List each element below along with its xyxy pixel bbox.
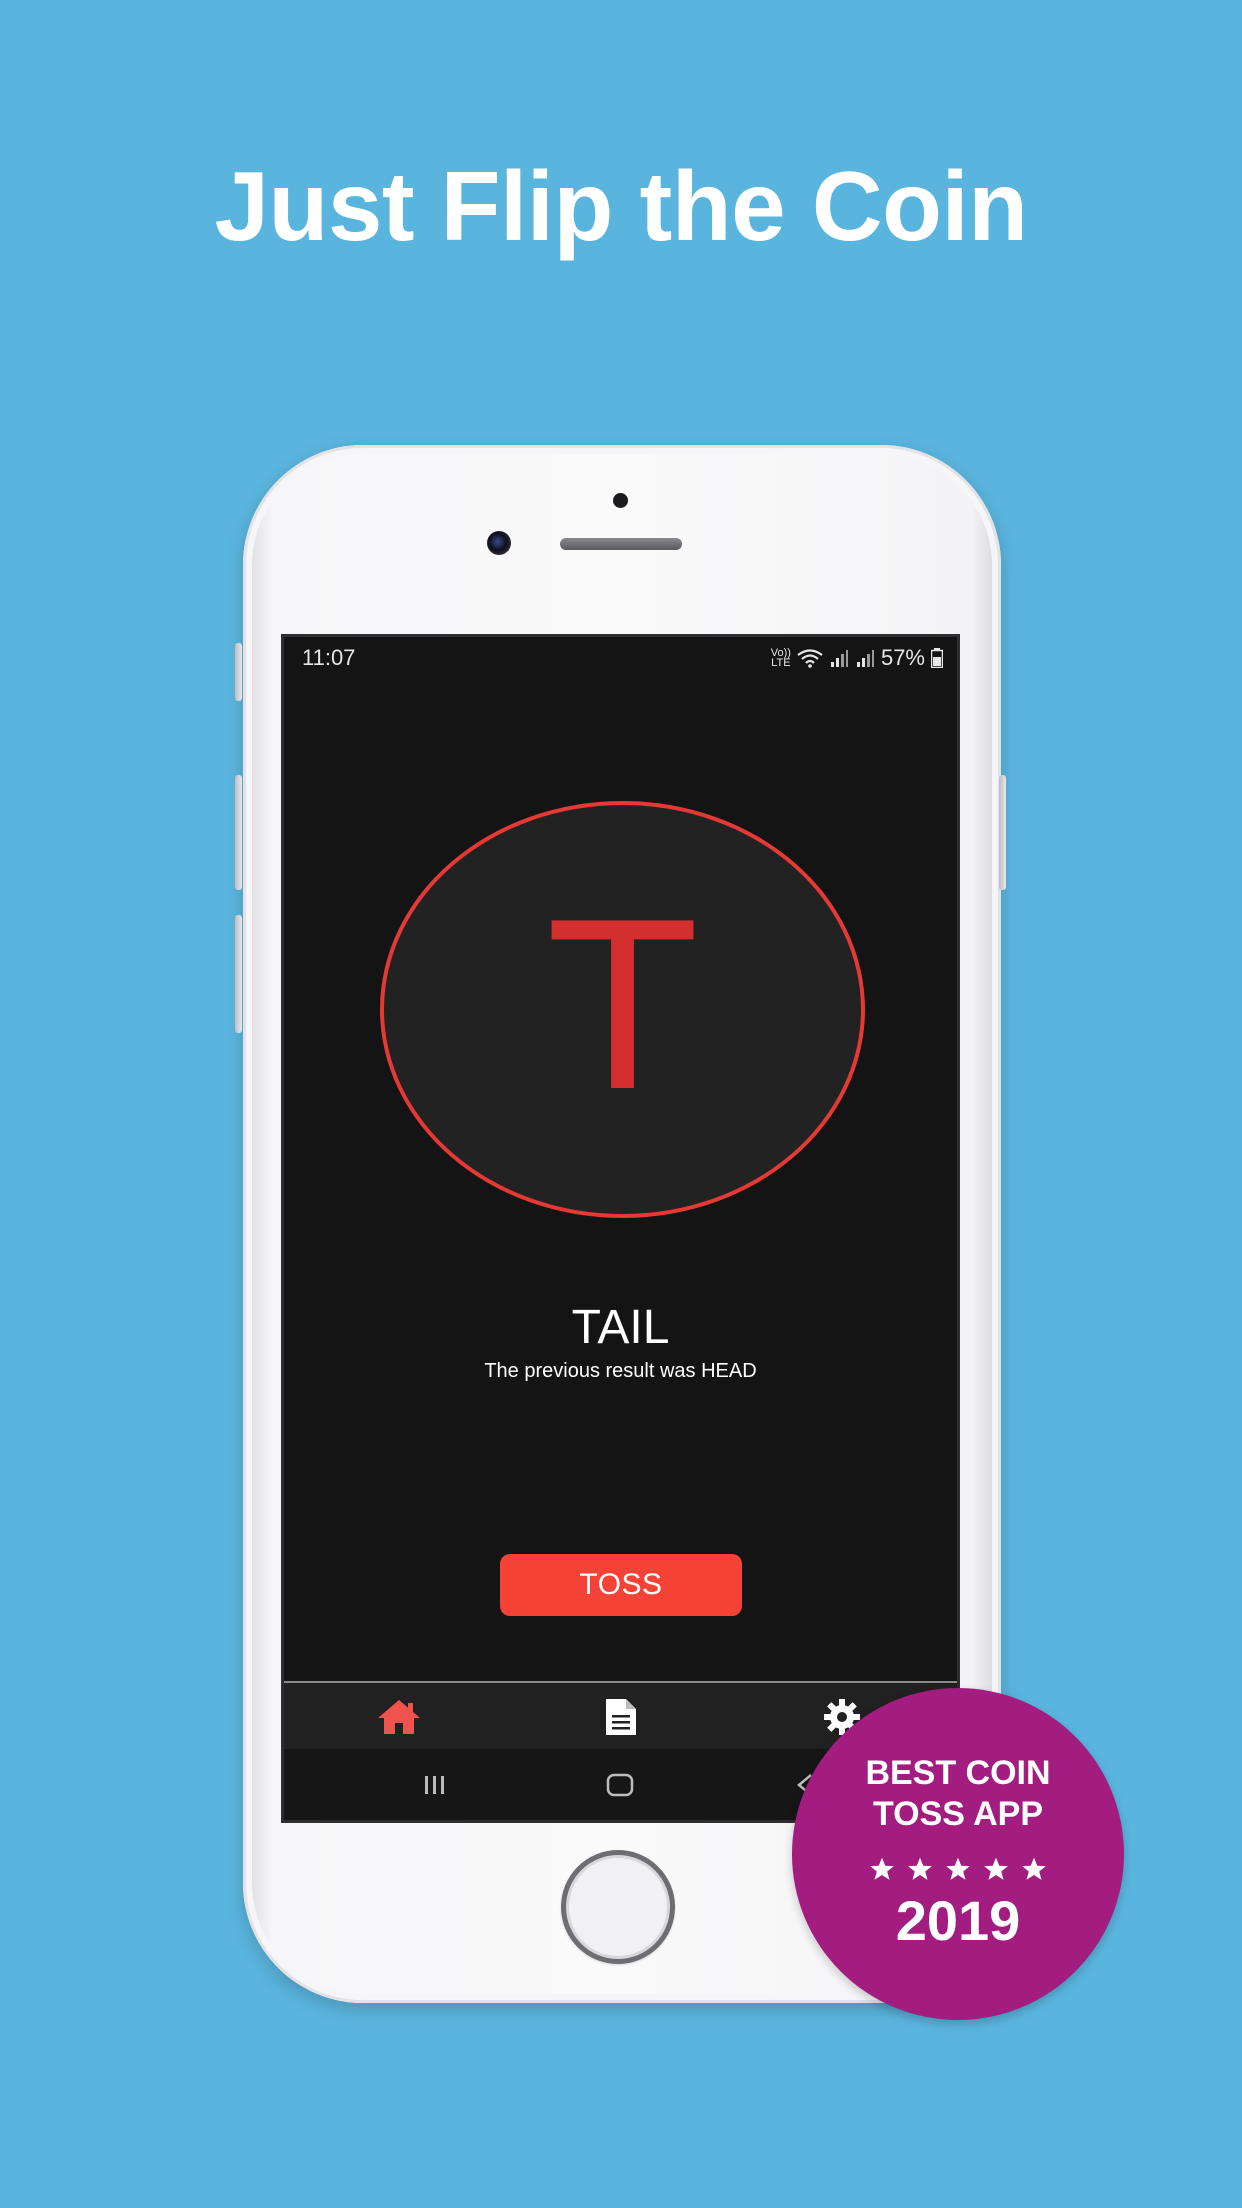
- phone-speaker: [560, 538, 682, 550]
- recents-button[interactable]: [415, 1767, 455, 1803]
- previous-result: The previous result was HEAD: [484, 1360, 757, 1382]
- volte-indicator: Vo)) LTE: [771, 648, 791, 669]
- phone-side-button-silent: [235, 643, 242, 701]
- nav-home[interactable]: [375, 1693, 423, 1741]
- phone-side-button-volume-up: [235, 775, 242, 890]
- wifi-icon: [797, 649, 823, 668]
- star-icon: [908, 1857, 932, 1880]
- volte-label-bottom: LTE: [771, 657, 791, 669]
- recents-icon: [425, 1776, 444, 1794]
- document-icon: [606, 1699, 636, 1735]
- star-icon: [984, 1857, 1008, 1880]
- home-nav-icon: [606, 1773, 634, 1797]
- badge-line-2: TOSS APP: [872, 1795, 1044, 1833]
- battery-percent: 57%: [880, 645, 925, 670]
- toss-button[interactable]: TOSS: [500, 1554, 742, 1616]
- badge-line-1: BEST COIN: [865, 1754, 1051, 1792]
- home-icon: [378, 1700, 420, 1734]
- signal-icon-2: [856, 650, 874, 667]
- signal-icon: [830, 650, 848, 667]
- star-icon: [870, 1857, 894, 1880]
- home-nav-button[interactable]: [600, 1767, 640, 1803]
- headline: Just Flip the Coin: [214, 151, 1028, 261]
- app-screen: 11:07 Vo)) LTE 57% T TAIL The previous r…: [284, 637, 957, 1820]
- badge-stars: [792, 1856, 1124, 1882]
- battery-icon: [931, 648, 943, 668]
- phone-side-button-power: [999, 775, 1006, 890]
- result-title: TAIL: [571, 1301, 670, 1354]
- badge-year: 2019: [895, 1889, 1021, 1952]
- phone-sensor: [613, 493, 628, 508]
- nav-history[interactable]: [597, 1693, 645, 1741]
- coin-letter: T: [552, 876, 693, 1143]
- star-icon: [946, 1857, 970, 1880]
- star-icon: [1022, 1857, 1046, 1880]
- status-bar: 11:07 Vo)) LTE 57%: [284, 637, 957, 681]
- phone-side-button-volume-down: [235, 915, 242, 1033]
- phone-camera: [487, 531, 511, 555]
- status-icons: Vo)) LTE 57%: [771, 645, 943, 671]
- status-time: 11:07: [302, 645, 356, 670]
- award-badge: BEST COIN TOSS APP 2019: [792, 1688, 1124, 2020]
- phone-home-button: [561, 1850, 675, 1964]
- coin[interactable]: T: [380, 801, 865, 1218]
